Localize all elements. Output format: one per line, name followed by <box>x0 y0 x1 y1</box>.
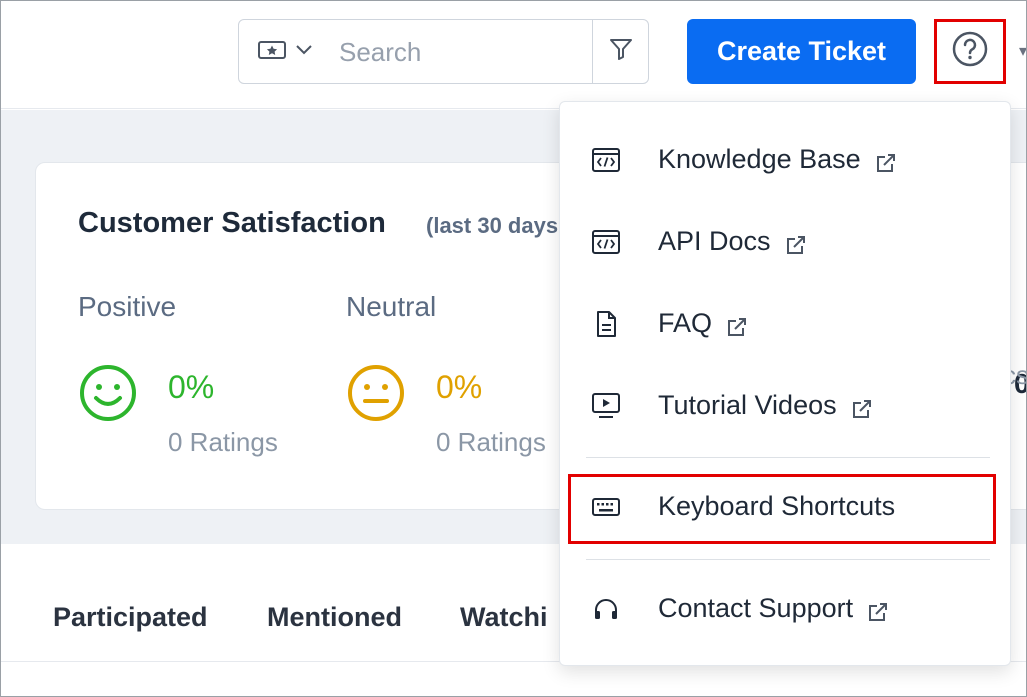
search-input[interactable] <box>339 28 589 76</box>
keyboard-icon <box>590 491 622 523</box>
code-window-icon <box>590 144 622 176</box>
search-type-selector[interactable] <box>257 38 325 66</box>
menu-item-label: Contact Support <box>658 593 854 623</box>
neutral-label: Neutral <box>346 291 437 322</box>
external-link-icon <box>851 396 873 418</box>
filter-icon <box>608 36 634 67</box>
top-header: Create Ticket ▾ <box>1 1 1026 109</box>
user-menu-fragment[interactable]: ▾ <box>1019 41 1026 61</box>
app-window: Create Ticket ▾ Customer Satisfaction (l… <box>0 0 1027 697</box>
help-button[interactable] <box>934 19 1006 84</box>
positive-label: Positive <box>78 291 177 322</box>
document-icon <box>590 308 622 340</box>
chevron-down-icon <box>295 43 313 61</box>
ticket-icon <box>257 39 287 66</box>
menu-item-knowledge-base[interactable]: Knowledge Base <box>560 122 1012 202</box>
smile-face-icon <box>78 363 138 423</box>
menu-divider <box>586 559 990 560</box>
neutral-percent: 0% <box>436 369 483 405</box>
menu-item-keyboard-shortcuts[interactable]: Keyboard Shortcuts <box>560 469 1012 549</box>
menu-item-tutorial-videos[interactable]: Tutorial Videos <box>560 368 1012 448</box>
card-title: Customer Satisfaction <box>78 207 386 239</box>
positive-ratings: 0 Ratings <box>168 427 278 457</box>
neutral-ratings: 0 Ratings <box>436 427 546 457</box>
external-link-icon <box>867 599 889 621</box>
positive-percent: 0% <box>168 369 215 405</box>
menu-divider <box>586 457 990 458</box>
menu-item-label: API Docs <box>658 226 771 256</box>
external-link-icon <box>875 150 897 172</box>
neutral-face-icon <box>346 363 406 423</box>
help-circle-icon <box>951 30 989 73</box>
code-window-icon <box>590 226 622 258</box>
menu-item-label: Tutorial Videos <box>658 390 837 420</box>
tab-participated[interactable]: Participated <box>53 602 208 633</box>
headphones-icon <box>590 593 622 625</box>
external-link-icon <box>785 232 807 254</box>
tab-watching[interactable]: Watchi <box>460 602 548 633</box>
menu-item-label: FAQ <box>658 308 713 338</box>
menu-item-api-docs[interactable]: API Docs <box>560 204 1012 284</box>
menu-item-label: Knowledge Base <box>658 144 861 174</box>
tab-mentioned[interactable]: Mentioned <box>267 602 402 633</box>
create-ticket-button[interactable]: Create Ticket <box>687 19 916 84</box>
menu-item-label: Keyboard Shortcuts <box>658 491 896 521</box>
menu-item-contact-support[interactable]: Contact Support <box>560 571 1012 651</box>
menu-item-faq[interactable]: FAQ <box>560 286 1012 366</box>
external-link-icon <box>726 314 748 336</box>
help-menu-dropdown: Knowledge Base API Docs FAQ Tutorial Vid… <box>559 101 1011 666</box>
search-box <box>238 19 649 84</box>
card-period: (last 30 days <box>426 213 559 238</box>
video-screen-icon <box>590 390 622 422</box>
filter-button[interactable] <box>592 20 648 83</box>
